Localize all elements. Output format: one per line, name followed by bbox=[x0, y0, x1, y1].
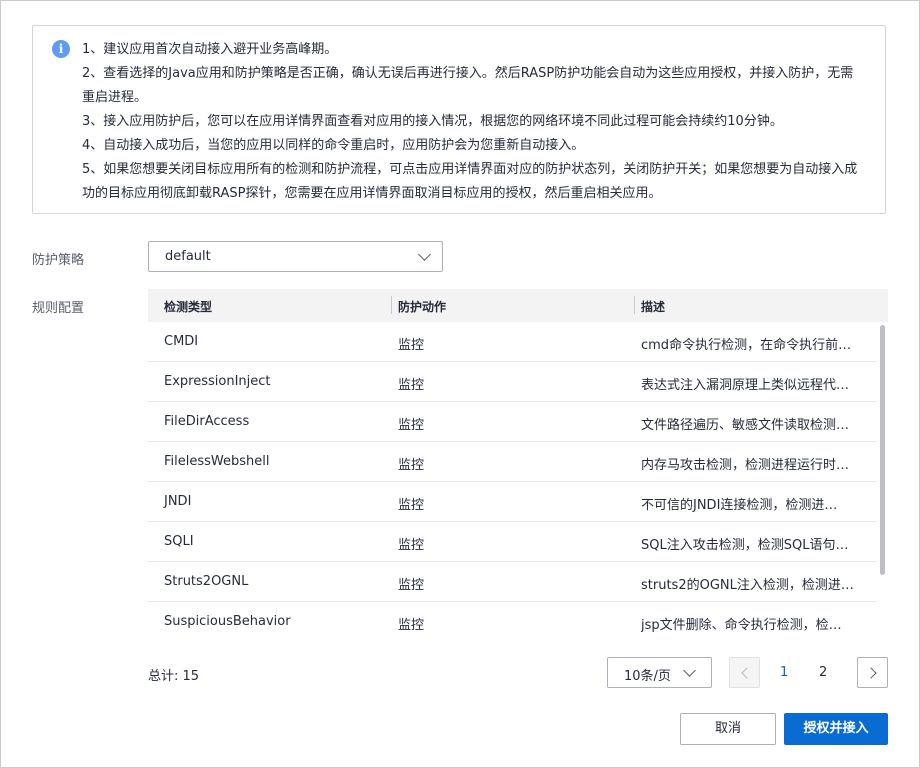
table-row[interactable]: FilelessWebshell 监控 内存马攻击检测，检测进程运行时… bbox=[148, 442, 876, 482]
chevron-right-icon bbox=[865, 667, 877, 679]
table-scrollbar[interactable] bbox=[880, 325, 885, 575]
cell-desc: 不可信的JNDI连接检测，检测进… bbox=[641, 498, 838, 513]
cell-type: SuspiciousBehavior bbox=[164, 614, 291, 629]
cell-desc: struts2的OGNL注入检测，检测进… bbox=[641, 578, 854, 593]
policy-label: 防护策略 bbox=[32, 253, 85, 268]
column-header-type: 检测类型 bbox=[164, 300, 213, 314]
cell-type: FilelessWebshell bbox=[164, 454, 270, 469]
chevron-down-icon bbox=[683, 664, 696, 677]
info-icon: i bbox=[52, 40, 70, 58]
cell-action: 监控 bbox=[398, 338, 425, 353]
column-header-desc: 描述 bbox=[641, 300, 666, 314]
table-row[interactable]: FileDirAccess 监控 文件路径遍历、敏感文件读取检测… bbox=[148, 402, 876, 442]
page-number-2[interactable]: 2 bbox=[819, 665, 827, 680]
cell-action: 监控 bbox=[398, 578, 425, 593]
cell-action: 监控 bbox=[398, 538, 425, 553]
cell-action: 监控 bbox=[398, 418, 425, 433]
cell-desc: 内存马攻击检测，检测进程运行时… bbox=[641, 458, 850, 473]
cell-type: ExpressionInject bbox=[164, 374, 271, 389]
page-size-select[interactable]: 10条/页 bbox=[607, 657, 712, 688]
cell-type: JNDI bbox=[164, 494, 192, 509]
table-row[interactable]: CMDI 监控 cmd命令执行检测，在命令执行前… bbox=[148, 322, 876, 362]
notice-line: 4、自动接入成功后，当您的应用以同样的命令重启时，应用防护会为您重新自动接入。 bbox=[82, 138, 585, 153]
cell-desc: 表达式注入漏洞原理上类似远程代… bbox=[641, 378, 850, 393]
column-divider bbox=[634, 296, 635, 314]
cell-type: Struts2OGNL bbox=[164, 574, 249, 589]
total-count: 总计: 15 bbox=[148, 669, 200, 684]
cell-type: SQLI bbox=[164, 534, 194, 549]
column-divider bbox=[391, 296, 392, 314]
cell-desc: SQL注入攻击检测，检测SQL语句… bbox=[641, 538, 849, 553]
rules-table: 检测类型 防护动作 描述 CMDI 监控 cmd命令执行检测，在命令执行前… E… bbox=[148, 289, 888, 645]
table-row[interactable]: ExpressionInject 监控 表达式注入漏洞原理上类似远程代… bbox=[148, 362, 876, 402]
authorize-and-connect-button[interactable]: 授权并接入 bbox=[784, 713, 888, 745]
chevron-down-icon bbox=[418, 248, 431, 261]
cell-desc: jsp文件删除、命令执行检测，检… bbox=[641, 618, 842, 633]
table-body: CMDI 监控 cmd命令执行检测，在命令执行前… ExpressionInje… bbox=[148, 322, 876, 642]
table-row[interactable]: SuspiciousBehavior 监控 jsp文件删除、命令执行检测，检… bbox=[148, 602, 876, 642]
column-header-action: 防护动作 bbox=[398, 300, 447, 314]
rules-label: 规则配置 bbox=[32, 301, 85, 316]
policy-select[interactable]: default bbox=[148, 241, 443, 272]
cell-action: 监控 bbox=[398, 458, 425, 473]
table-header: 检测类型 防护动作 描述 bbox=[148, 289, 888, 322]
policy-select-value: default bbox=[165, 249, 211, 264]
cancel-button[interactable]: 取消 bbox=[680, 713, 776, 745]
notice-line: 2、查看选择的Java应用和防护策略是否正确，确认无误后再进行接入。然后RASP… bbox=[82, 66, 854, 105]
prev-page-button[interactable] bbox=[729, 657, 760, 688]
notice-line: 1、建议应用首次自动接入避开业务高峰期。 bbox=[82, 42, 338, 57]
cell-action: 监控 bbox=[398, 378, 425, 393]
notice-text: 1、建议应用首次自动接入避开业务高峰期。 2、查看选择的Java应用和防护策略是… bbox=[82, 38, 862, 206]
table-row[interactable]: SQLI 监控 SQL注入攻击检测，检测SQL语句… bbox=[148, 522, 876, 562]
cell-desc: 文件路径遍历、敏感文件读取检测… bbox=[641, 418, 850, 433]
table-row[interactable]: JNDI 监控 不可信的JNDI连接检测，检测进… bbox=[148, 482, 876, 522]
table-row[interactable]: Struts2OGNL 监控 struts2的OGNL注入检测，检测进… bbox=[148, 562, 876, 602]
cell-action: 监控 bbox=[398, 498, 425, 513]
cell-type: CMDI bbox=[164, 334, 199, 349]
page-size-value: 10条/页 bbox=[624, 669, 671, 684]
cell-action: 监控 bbox=[398, 618, 425, 633]
notice-line: 5、如果您想要关闭目标应用所有的检测和防护流程，可点击应用详情界面对应的防护状态… bbox=[82, 162, 858, 201]
cell-type: FileDirAccess bbox=[164, 414, 250, 429]
cell-desc: cmd命令执行检测，在命令执行前… bbox=[641, 338, 852, 353]
page-number-1[interactable]: 1 bbox=[780, 665, 788, 680]
chevron-left-icon bbox=[741, 667, 753, 679]
next-page-button[interactable] bbox=[857, 657, 888, 688]
notice-line: 3、接入应用防护后，您可以在应用详情界面查看对应用的接入情况，根据您的网络环境不… bbox=[82, 114, 783, 129]
